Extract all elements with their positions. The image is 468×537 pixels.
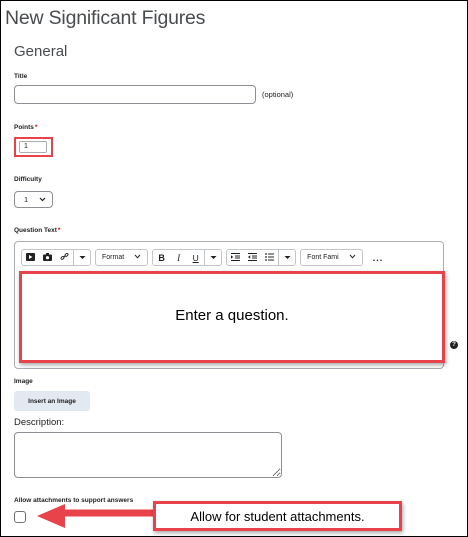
text-style-more-dropdown[interactable]	[204, 250, 221, 265]
insert-link-button[interactable]	[56, 250, 73, 265]
bullet-list-button[interactable]	[261, 250, 278, 265]
points-highlight-box: 1	[14, 137, 53, 157]
paragraph-group	[226, 249, 297, 266]
required-marker: *	[57, 227, 61, 234]
chevron-down-icon	[284, 253, 291, 262]
insert-image-toolbar-button[interactable]	[39, 250, 56, 265]
chevron-down-icon	[39, 193, 46, 207]
points-label-text: Points	[14, 124, 34, 131]
insert-video-button[interactable]	[22, 250, 39, 265]
bullet-list-icon	[265, 252, 275, 263]
difficulty-label: Difficulty	[14, 176, 42, 183]
description-input[interactable]	[14, 432, 282, 478]
insert-more-dropdown[interactable]	[73, 250, 90, 265]
insert-toolbar-group	[21, 249, 91, 266]
indent-button[interactable]	[227, 250, 244, 265]
bold-button[interactable]: B	[153, 250, 170, 265]
font-family-dropdown-button[interactable]: Font Fami	[301, 250, 362, 265]
indent-icon	[231, 252, 241, 263]
arrow-left-icon	[37, 504, 153, 528]
chevron-down-icon	[134, 254, 141, 261]
title-label: Title	[14, 73, 28, 80]
required-marker: *	[34, 124, 38, 131]
camera-icon	[43, 252, 52, 263]
title-input[interactable]	[14, 85, 256, 104]
font-family-label: Font Fami	[307, 254, 339, 261]
link-icon	[60, 252, 69, 263]
chevron-down-icon	[349, 254, 356, 261]
question-editor-frame: New Significant Figures General Title (o…	[0, 0, 468, 537]
question-text-label-text: Question Text	[14, 227, 57, 234]
insert-image-button[interactable]: Insert an Image	[14, 391, 90, 411]
points-input[interactable]: 1	[19, 141, 47, 153]
difficulty-select[interactable]: 1	[14, 191, 53, 208]
play-video-icon	[26, 252, 35, 263]
italic-button[interactable]: I	[170, 250, 187, 265]
format-dropdown[interactable]: Format	[95, 249, 149, 266]
chevron-down-icon	[210, 253, 217, 262]
attachments-checkbox[interactable]	[14, 511, 26, 523]
difficulty-value: 1	[24, 195, 29, 204]
paragraph-more-dropdown[interactable]	[278, 250, 295, 265]
outdent-button[interactable]	[244, 250, 261, 265]
help-icon[interactable]: ?	[450, 341, 458, 349]
question-annotation-text: Enter a question.	[175, 307, 289, 324]
attachments-annotation: Allow for student attachments.	[153, 501, 402, 531]
font-family-dropdown[interactable]: Font Fami	[300, 249, 363, 266]
question-text-label: Question Text*	[14, 227, 60, 234]
format-dropdown-button[interactable]: Format	[96, 250, 147, 265]
description-label: Description:	[14, 417, 65, 428]
optional-hint: (optional)	[262, 90, 294, 99]
page-title: New Significant Figures	[5, 7, 206, 29]
image-label: Image	[14, 378, 33, 385]
chevron-down-icon	[79, 253, 86, 262]
question-text-area[interactable]: Enter a question.	[19, 271, 445, 363]
toolbar-more-button[interactable]: ...	[367, 250, 390, 265]
outdent-icon	[248, 252, 258, 263]
editor-toolbar: Format B I U Font Fami ...	[21, 249, 389, 266]
format-label: Format	[102, 254, 125, 261]
points-label: Points*	[14, 124, 37, 131]
section-title: General	[14, 43, 68, 60]
text-style-group: B I U	[152, 249, 223, 266]
underline-button[interactable]: U	[187, 250, 204, 265]
